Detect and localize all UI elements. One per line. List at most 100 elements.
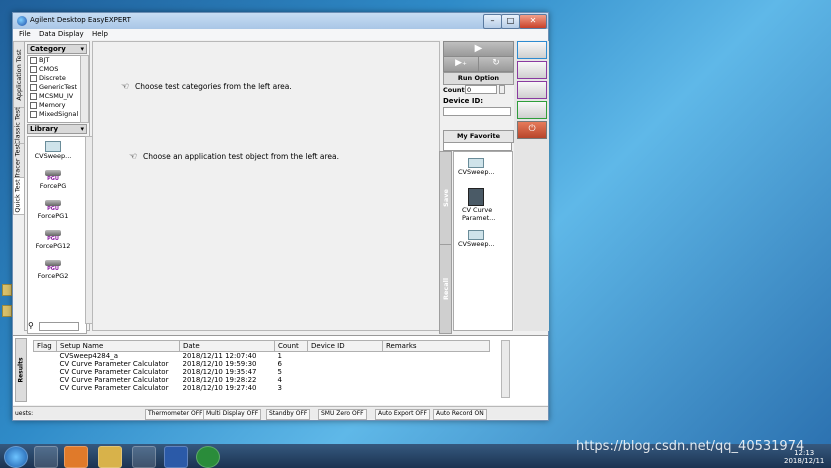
- column-header-flag[interactable]: Flag: [33, 340, 57, 352]
- standby-toggle[interactable]: Standby OFF: [266, 409, 311, 420]
- table-row[interactable]: CV Curve Parameter Calculator 2018/12/10 …: [34, 376, 490, 384]
- library-search-input[interactable]: [39, 322, 79, 331]
- application-library-icon[interactable]: [517, 41, 547, 59]
- desktop-icon[interactable]: [2, 305, 12, 317]
- category-header[interactable]: Category ▾: [27, 44, 87, 54]
- library-item[interactable]: CVSweep...: [28, 141, 78, 160]
- browser-icon[interactable]: [34, 446, 58, 468]
- smu-zero-toggle[interactable]: SMU Zero OFF: [318, 409, 367, 420]
- easyexpert-taskbar-icon[interactable]: [196, 446, 220, 468]
- pointing-hand-icon: ☜: [129, 152, 138, 162]
- library-header[interactable]: Library ▾: [27, 124, 87, 134]
- auto-export-toggle[interactable]: Auto Export OFF: [375, 409, 431, 420]
- instrument-icon[interactable]: [517, 81, 547, 99]
- hint-categories: ☜ Choose test categories from the left ar…: [121, 82, 292, 92]
- library-item[interactable]: PGU ForcePG2: [28, 260, 78, 280]
- favorite-item[interactable]: CVSweep...: [454, 230, 512, 248]
- hint-application-test: ☜ Choose an application test object from …: [129, 152, 340, 162]
- category-item[interactable]: MCSMU_IV: [28, 92, 80, 101]
- results-side-tab[interactable]: Results: [15, 338, 27, 402]
- calculator-icon: [468, 188, 484, 206]
- file-explorer-icon[interactable]: [98, 446, 122, 468]
- auto-record-toggle[interactable]: Auto Record ON: [433, 409, 487, 420]
- thermometer-toggle[interactable]: Thermometer OFF: [145, 409, 206, 420]
- table-row[interactable]: CV Curve Parameter Calculator 2018/12/10 …: [34, 384, 490, 392]
- category-item[interactable]: BJT: [28, 56, 80, 65]
- checkbox: [30, 101, 37, 109]
- chevron-down-icon: ▾: [80, 125, 84, 133]
- checkbox: [30, 110, 37, 118]
- checkbox: [30, 65, 37, 73]
- run-option-button[interactable]: Run Option: [443, 72, 514, 85]
- column-header-date[interactable]: Date: [179, 340, 275, 352]
- column-header-count[interactable]: Count: [274, 340, 308, 352]
- start-button-icon[interactable]: [4, 446, 28, 468]
- library-item[interactable]: PGU ForcePG: [28, 170, 78, 190]
- category-item[interactable]: Memory: [28, 101, 80, 110]
- menu-data-display[interactable]: Data Display: [39, 29, 84, 40]
- window-title: Agilent Desktop EasyEXPERT: [30, 16, 131, 24]
- category-item[interactable]: MixedSignal: [28, 110, 80, 119]
- desktop-icon[interactable]: [2, 284, 12, 296]
- results-panel: Results Flag Setup Name Date Count Devic…: [13, 335, 548, 405]
- save-button[interactable]: Save: [439, 151, 452, 245]
- count-stepper[interactable]: [499, 85, 505, 94]
- column-header-setup-name[interactable]: Setup Name: [56, 340, 180, 352]
- maximize-button[interactable]: □: [501, 14, 520, 29]
- icon-strip: ⏻: [514, 41, 549, 331]
- cv-sweep-icon: [468, 158, 484, 168]
- watermark: https://blog.csdn.net/qq_40531974: [576, 439, 805, 454]
- results-scrollbar[interactable]: [501, 340, 510, 398]
- minimize-button[interactable]: –: [483, 14, 502, 29]
- clock[interactable]: 12:13 2018/12/11: [784, 449, 824, 465]
- category-item[interactable]: Discrete: [28, 74, 80, 83]
- favorite-dropdown[interactable]: [443, 142, 512, 151]
- column-header-device-id[interactable]: Device ID: [307, 340, 383, 352]
- library-list: CVSweep... PGU ForcePG PGU ForcePG1 PGU …: [27, 136, 87, 334]
- category-item[interactable]: GenericTest: [28, 83, 80, 92]
- recall-button[interactable]: Recall: [439, 244, 452, 334]
- favorite-item[interactable]: CVSweep...: [454, 158, 512, 176]
- category-scrollbar[interactable]: [80, 55, 89, 123]
- status-text: uests:: [15, 410, 34, 417]
- append-run-button[interactable]: ▶₊: [443, 56, 479, 72]
- table-row[interactable]: CV Curve Parameter Calculator 2018/12/10 …: [34, 368, 490, 376]
- favorite-item[interactable]: CV Curve Paramet...: [454, 188, 512, 222]
- left-pane: Category ▾ BJT CMOS Discrete GenericTest …: [24, 41, 94, 334]
- table-row[interactable]: CV Curve Parameter Calculator 2018/12/10 …: [34, 360, 490, 368]
- library-item[interactable]: PGU ForcePG12: [28, 230, 78, 250]
- single-run-button[interactable]: ▶: [443, 41, 514, 57]
- library-item[interactable]: PGU ForcePG1: [28, 200, 78, 220]
- app-window: Agilent Desktop EasyEXPERT – □ ✕ File Da…: [12, 12, 549, 421]
- checkbox: [30, 92, 37, 100]
- menu-bar: File Data Display Help: [13, 29, 548, 40]
- app-icon: [17, 16, 27, 26]
- repeat-run-button[interactable]: ↻: [478, 56, 514, 72]
- power-icon[interactable]: ⏻: [517, 121, 547, 139]
- close-button[interactable]: ✕: [519, 14, 547, 29]
- checkbox: [30, 56, 37, 64]
- search-icon[interactable]: [517, 61, 547, 79]
- pointing-hand-icon: ☜: [121, 82, 130, 92]
- checkbox: [30, 74, 37, 82]
- configuration-icon[interactable]: [517, 101, 547, 119]
- multi-display-toggle[interactable]: Multi Display OFF: [203, 409, 262, 420]
- count-input[interactable]: 0: [465, 85, 497, 94]
- results-table: Flag Setup Name Date Count Device ID Rem…: [33, 340, 490, 392]
- cv-sweep-icon: [45, 141, 61, 152]
- category-list: BJT CMOS Discrete GenericTest MCSMU_IV M…: [27, 55, 81, 123]
- status-bar: uests: Thermometer OFF Multi Display OFF…: [13, 406, 548, 420]
- results-header-row: Flag Setup Name Date Count Device ID Rem…: [33, 340, 490, 352]
- category-item[interactable]: CMOS: [28, 65, 80, 74]
- device-id-label: Device ID:: [443, 97, 484, 105]
- column-header-remarks[interactable]: Remarks: [382, 340, 490, 352]
- network-icon[interactable]: [132, 446, 156, 468]
- word-icon[interactable]: [164, 446, 188, 468]
- media-player-icon[interactable]: [64, 446, 88, 468]
- menu-file[interactable]: File: [19, 29, 31, 40]
- menu-help[interactable]: Help: [92, 29, 108, 40]
- table-row[interactable]: CVSweep4284_a 2018/12/11 12:07:40 1: [34, 352, 490, 361]
- cv-sweep-icon: [468, 230, 484, 240]
- device-id-input[interactable]: [443, 107, 511, 116]
- binoculars-icon[interactable]: ⚲: [28, 322, 38, 331]
